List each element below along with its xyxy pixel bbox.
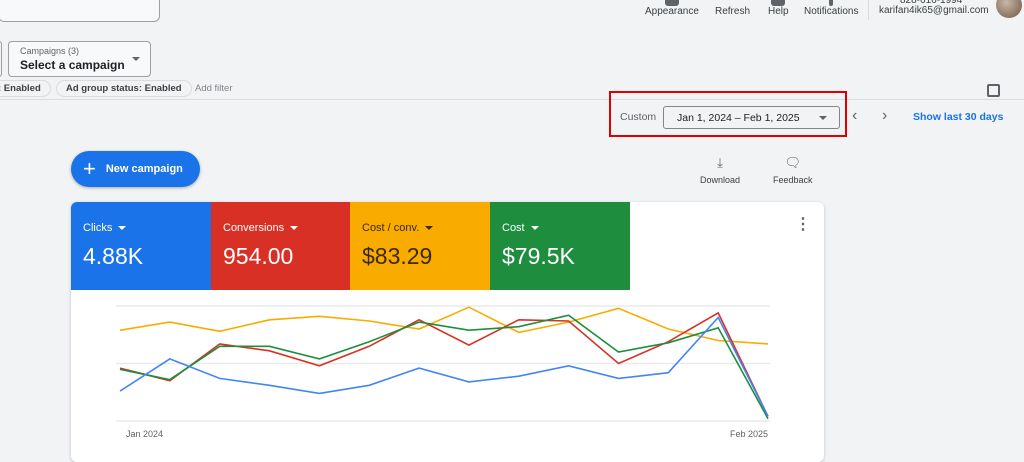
date-range-type: Custom [620,111,657,123]
refresh-label: Refresh [715,6,751,17]
add-filter-button[interactable]: Add filter [195,83,233,94]
next-period-icon[interactable]: › [882,107,887,125]
download-button[interactable]: ⤓ Download [700,155,740,185]
previous-period-icon[interactable]: ‹ [852,107,857,125]
campaign-selector-label: Campaigns (3) [20,46,80,56]
campaign-selector[interactable]: Campaigns (3) Select a campaign [8,41,151,77]
divider [868,0,869,20]
x-tick-label: Feb 2025 [730,429,768,439]
filter-chip-ad-group-status[interactable]: Ad group status: Enabled [56,80,192,97]
help-button[interactable]: Help [768,0,789,17]
appearance-button[interactable]: Appearance [645,0,699,17]
plus-icon: + [83,156,96,181]
feedback-label: Feedback [773,175,813,185]
campaign-selector-value: Select a campaign [20,58,125,72]
dropdown-icon [132,57,140,61]
help-label: Help [768,6,789,17]
appearance-label: Appearance [645,6,699,17]
divider [0,99,1024,100]
performance-card: Clicks 4.88K Conversions 954.00 Cost / con… [71,202,824,462]
series-line-conversions [119,311,769,417]
x-tick-label: Jan 2024 [126,429,163,439]
feedback-button[interactable]: 🗨 Feedback [773,155,813,185]
feedback-icon: 🗨 [784,155,802,170]
date-range-value: Jan 1, 2024 – Feb 1, 2025 [677,112,800,124]
dropdown-icon [819,116,827,120]
notifications-label: Notifications [804,6,859,17]
filter-chip-status[interactable]: : Enabled [0,80,51,97]
new-campaign-label: New campaign [105,163,183,175]
performance-chart: Jan 2024 Feb 2025 [116,305,770,439]
show-last-30-days-link[interactable]: Show last 30 days [913,111,1003,123]
download-icon: ⤓ [717,155,723,170]
new-campaign-button[interactable]: + New campaign [71,151,200,187]
avatar[interactable] [996,0,1022,18]
account-email[interactable]: karifan4ik65@gmail.com [879,5,989,16]
notifications-button[interactable]: Notifications [804,0,858,17]
download-label: Download [700,175,741,185]
account-selector[interactable] [0,41,2,77]
date-range-selector[interactable]: Jan 1, 2024 – Feb 1, 2025 [663,106,840,129]
refresh-button[interactable]: Refresh [715,0,750,17]
save-icon[interactable] [987,84,1000,97]
top-panel [0,0,160,22]
